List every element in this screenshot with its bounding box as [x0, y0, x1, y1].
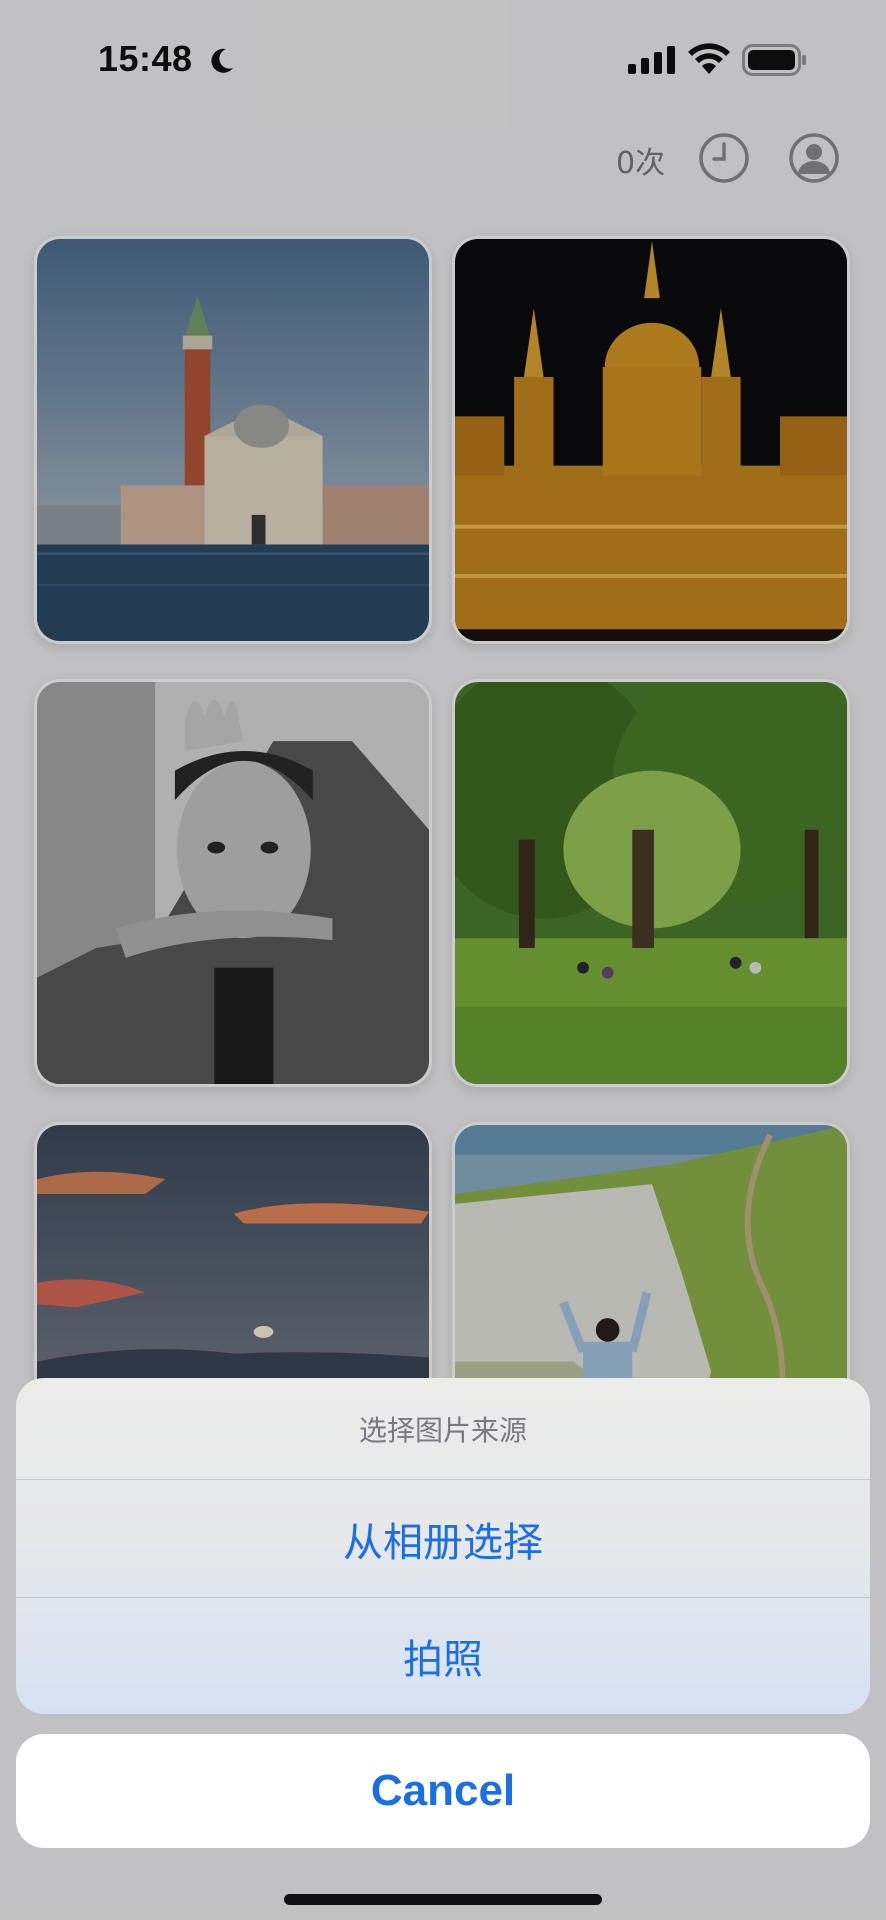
action-sheet-title: 选择图片来源 [16, 1378, 870, 1480]
take-photo-button[interactable]: 拍照 [16, 1597, 870, 1714]
choose-from-album-button[interactable]: 从相册选择 [16, 1480, 870, 1597]
cancel-button[interactable]: Cancel [16, 1734, 870, 1848]
home-indicator[interactable] [284, 1894, 602, 1905]
action-sheet: 选择图片来源 从相册选择 拍照 [16, 1378, 870, 1714]
